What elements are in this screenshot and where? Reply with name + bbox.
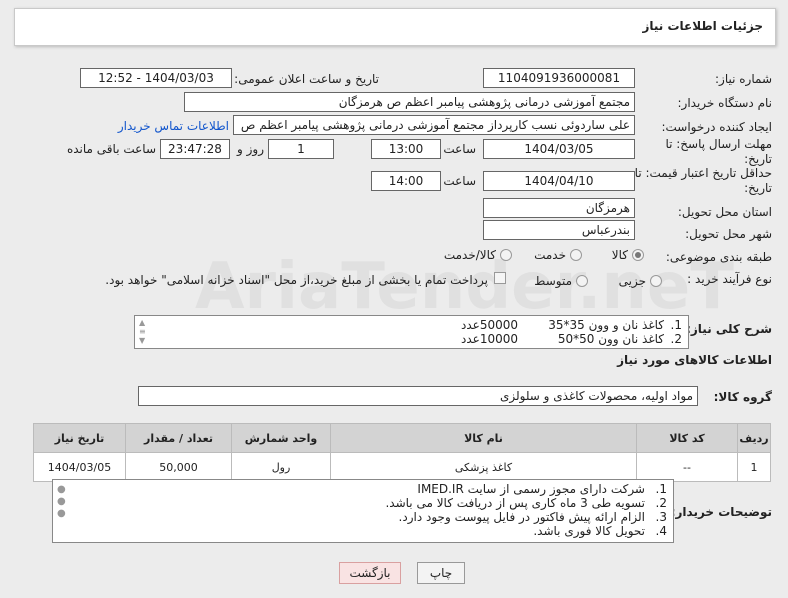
print-button[interactable]: چاپ (417, 562, 465, 584)
summary-line-1-qty: 50000عدد (461, 318, 518, 332)
reply-time-label: ساعت (443, 142, 476, 156)
note-4-num: 4. (655, 524, 667, 538)
back-button[interactable]: بازگشت (339, 562, 401, 584)
summary-line-2-item: کاغذ نان وون 50*50 (557, 332, 664, 346)
announce-label: تاریخ و ساعت اعلان عمومی: (234, 72, 379, 86)
note-2-num: 2. (655, 496, 667, 510)
cell-name: کاغذ پزشکی (330, 452, 637, 482)
note-1-num: 1. (655, 482, 667, 496)
days-count-field: 1 (268, 139, 334, 159)
cell-unit: رول (231, 452, 331, 482)
goods-table: ردیف کد کالا نام کالا واحد شمارش تعداد /… (33, 423, 771, 482)
process-medium-label: متوسط (534, 274, 572, 288)
province-field: هرمزگان (483, 198, 635, 218)
col-qty: تعداد / مقدار (125, 423, 232, 453)
summary-scrollbar[interactable]: ▲ ≡ ▼ (139, 318, 149, 345)
note-3-text: الزام ارائه پیش فاکتور در فایل پیوست وجو… (398, 510, 645, 524)
col-unit: واحد شمارش (231, 423, 331, 453)
validity-time-label: ساعت (443, 174, 476, 188)
reply-deadline-label: مهلت ارسال پاسخ: تا تاریخ: (665, 137, 772, 166)
summary-label: شرح کلی نیاز: (686, 322, 772, 336)
creator-field: علی ساردوئی نسب کارپرداز مجتمع آموزشی در… (233, 115, 635, 135)
cell-code: -- (636, 452, 738, 482)
category-service-radio[interactable] (570, 249, 582, 261)
col-row: ردیف (737, 423, 771, 453)
note-1-text: شرکت دارای مجوز رسمی از سایت IMED.IR (417, 482, 645, 496)
summary-line-1-num: 1. (670, 318, 682, 332)
buyer-org-label: نام دستگاه خریدار: (677, 96, 773, 110)
notes-scrollbar[interactable]: ● ● ● (57, 484, 67, 534)
category-both-radio[interactable] (500, 249, 512, 261)
note-3-num: 3. (655, 510, 667, 524)
goods-group-label: گروه کالا: (713, 390, 772, 404)
buyer-notes-box: ● ● ● 1. شرکت دارای مجوز رسمی از سایت IMED… (52, 479, 674, 543)
buyer-org-field: مجتمع آموزشی درمانی پژوهشی پیامبر اعظم ص… (184, 92, 635, 112)
col-date: تاریخ نیاز (33, 423, 126, 453)
remaining-time-field: 23:47:28 (160, 139, 230, 159)
category-label: طبقه بندی موضوعی: (665, 250, 772, 264)
process-minor-label: جزیی (618, 274, 646, 288)
need-number-label: شماره نیاز: (715, 72, 772, 86)
col-code: کد کالا (636, 423, 738, 453)
col-name: نام کالا (330, 423, 637, 453)
goods-table-header: ردیف کد کالا نام کالا واحد شمارش تعداد /… (33, 423, 771, 453)
announce-field: 1404/03/03 - 12:52 (80, 68, 232, 88)
treasury-payment-checkbox[interactable] (494, 272, 506, 284)
category-goods-label: کالا (611, 248, 628, 262)
treasury-payment-note: پرداخت تمام یا بخشی از مبلغ خرید،از محل … (105, 273, 488, 287)
summary-line-2-qty: 10000عدد (461, 332, 518, 346)
remaining-label: ساعت باقی مانده (66, 142, 156, 156)
process-minor-radio[interactable] (650, 275, 662, 287)
goods-group-field: مواد اولیه، محصولات کاغذی و سلولزی (138, 386, 698, 406)
contact-info-link[interactable]: اطلاعات تماس خریدار (118, 119, 229, 133)
cell-row: 1 (737, 452, 771, 482)
price-validity-label: حداقل تاریخ اعتبار قیمت: تا تاریخ: (634, 166, 772, 195)
page-title: جزئیات اطلاعات نیاز (642, 19, 763, 33)
cell-qty: 50,000 (125, 452, 232, 482)
days-label: روز و (237, 142, 264, 156)
header-panel: جزئیات اطلاعات نیاز (14, 8, 776, 46)
buyer-notes-label: توضیحات خریدار: (670, 505, 772, 519)
process-medium-radio[interactable] (576, 275, 588, 287)
summary-box: ▲ ≡ ▼ 1. کاغذ نان و وون 35*35 50000عدد 2. … (134, 315, 689, 349)
province-label: استان محل تحویل: (677, 205, 772, 219)
category-goods-radio[interactable] (632, 249, 644, 261)
validity-date-field: 1404/04/10 (483, 171, 635, 191)
city-label: شهر محل تحویل: (685, 227, 772, 241)
category-service-label: خدمت (534, 248, 566, 262)
summary-line-1-item: کاغذ نان و وون 35*35 (548, 318, 664, 332)
goods-info-title: اطلاعات کالاهای مورد نیاز (617, 353, 772, 367)
process-label: نوع فرآیند خرید : (687, 272, 772, 286)
city-field: بندرعباس (483, 220, 635, 240)
reply-date-field: 1404/03/05 (483, 139, 635, 159)
note-4-text: تحویل کالا فوری باشد. (533, 524, 645, 538)
note-2-text: تسویه طی 3 ماه کاری پس از دریافت کالا می… (385, 496, 645, 510)
creator-label: ایجاد کننده درخواست: (661, 120, 772, 134)
reply-time-field: 13:00 (371, 139, 441, 159)
need-number-field: 1104091936000081 (483, 68, 635, 88)
table-row[interactable]: 1 -- کاغذ پزشکی رول 50,000 1404/03/05 (33, 452, 771, 482)
category-both-label: کالا/خدمت (443, 248, 496, 262)
summary-line-2-num: 2. (670, 332, 682, 346)
validity-time-field: 14:00 (371, 171, 441, 191)
cell-date: 1404/03/05 (33, 452, 126, 482)
